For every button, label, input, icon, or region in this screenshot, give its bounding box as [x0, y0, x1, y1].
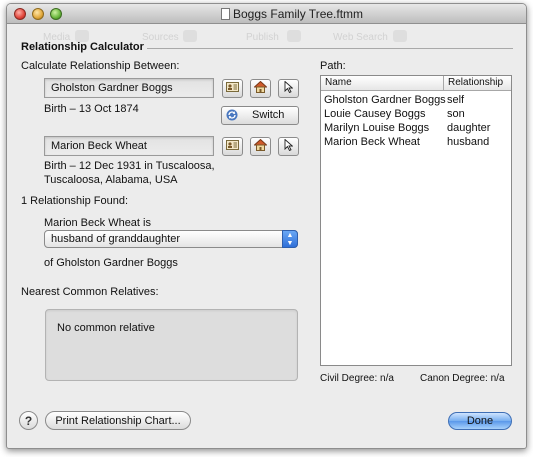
updown-arrows-icon: ▲ ▼	[282, 230, 298, 248]
column-header-name[interactable]: Name	[321, 76, 444, 91]
person2-pick-button[interactable]	[278, 137, 299, 156]
relationship-selected-value: husband of granddaughter	[51, 233, 181, 245]
row-name: Marilyn Louise Boggs	[324, 122, 430, 134]
person-card-icon	[226, 82, 239, 95]
common-relatives-value: No common relative	[57, 322, 155, 334]
print-chart-button[interactable]: Print Relationship Chart...	[45, 411, 191, 430]
person2-birth-line1: Birth – 12 Dec 1931 in Tuscaloosa,	[44, 160, 215, 172]
relation-subject: Marion Beck Wheat is	[44, 217, 151, 229]
toolbar-ghost-publish: Publish	[246, 32, 279, 43]
home-icon	[253, 80, 268, 96]
common-relatives-box: No common relative	[45, 309, 298, 381]
common-relatives-label: Nearest Common Relatives:	[21, 286, 159, 298]
document-icon	[221, 8, 230, 20]
person2-field[interactable]: Marion Beck Wheat	[44, 136, 214, 156]
zoom-window-button[interactable]	[50, 8, 62, 20]
person1-birth: Birth – 13 Oct 1874	[44, 103, 139, 115]
sources-icon	[183, 30, 197, 42]
row-relationship: daughter	[447, 122, 491, 134]
row-relationship: husband	[447, 136, 490, 148]
web-search-icon	[393, 30, 407, 42]
person-card-icon	[226, 140, 239, 153]
home-icon	[253, 138, 268, 154]
relationship-select[interactable]: husband of granddaughter ▲ ▼	[44, 230, 298, 248]
person1-field[interactable]: Gholston Gardner Boggs	[44, 78, 214, 98]
switch-label: Switch	[252, 109, 285, 121]
section-divider	[147, 48, 513, 49]
pointer-icon	[284, 80, 294, 96]
done-button[interactable]: Done	[448, 412, 512, 430]
switch-icon	[226, 109, 238, 124]
canon-degree: Canon Degree: n/a	[420, 373, 505, 384]
row-relationship: self	[447, 94, 465, 106]
person1-select-button[interactable]	[222, 79, 243, 98]
minimize-window-button[interactable]	[32, 8, 44, 20]
row-name: Marion Beck Wheat	[324, 136, 420, 148]
row-name: Louie Causey Boggs	[324, 108, 426, 120]
relationships-found-label: 1 Relationship Found:	[21, 195, 129, 207]
publish-icon	[287, 30, 301, 42]
done-label: Done	[466, 415, 494, 427]
help-icon: ?	[24, 413, 33, 428]
person1-home-button[interactable]	[250, 79, 271, 98]
row-name: Gholston Gardner Boggs	[324, 94, 446, 106]
person1-pick-button[interactable]	[278, 79, 299, 98]
path-table[interactable]: Name Relationship Gholston Gardner Boggs…	[320, 75, 512, 366]
title-bar: Boggs Family Tree.ftmm	[7, 4, 526, 24]
switch-button[interactable]: Switch	[221, 106, 299, 125]
toolbar-ghost-sources: Sources	[142, 32, 179, 43]
print-chart-label: Print Relationship Chart...	[55, 414, 181, 427]
column-header-relationship[interactable]: Relationship	[444, 76, 511, 91]
person2-select-button[interactable]	[222, 137, 243, 156]
app-window: Boggs Family Tree.ftmm Media Sources Pub…	[6, 3, 527, 449]
pointer-icon	[284, 138, 294, 154]
person2-home-button[interactable]	[250, 137, 271, 156]
section-title: Relationship Calculator	[21, 41, 144, 53]
help-button[interactable]: ?	[19, 411, 38, 430]
person2-birth-line2: Tuscaloosa, Alabama, USA	[44, 174, 178, 186]
toolbar-ghost-web-search: Web Search	[333, 32, 388, 43]
civil-degree: Civil Degree: n/a	[320, 373, 394, 384]
relation-object: of Gholston Gardner Boggs	[44, 257, 178, 269]
window-title: Boggs Family Tree.ftmm	[233, 7, 364, 21]
close-window-button[interactable]	[14, 8, 26, 20]
path-label: Path:	[320, 60, 346, 72]
row-relationship: son	[447, 108, 465, 120]
calculate-label: Calculate Relationship Between:	[21, 60, 180, 72]
